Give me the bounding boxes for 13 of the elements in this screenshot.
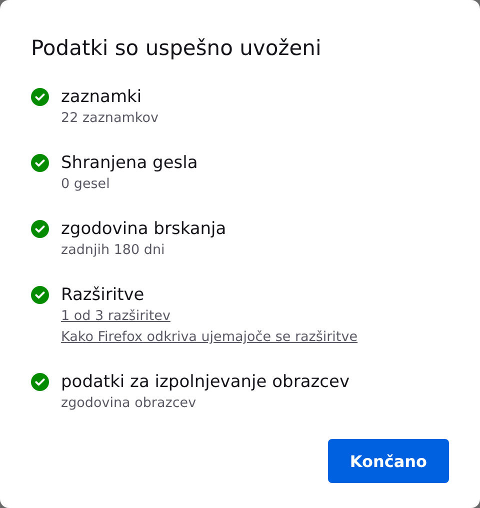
detail-link[interactable]: 1 od 3 razširitev <box>61 306 170 327</box>
item-detail: 22 zaznamkov <box>61 109 158 128</box>
item-label: zaznamki <box>61 86 142 108</box>
item-label: podatki za izpolnjevanje obrazcev <box>61 371 350 393</box>
item-detail: zadnjih 180 dni <box>61 241 165 260</box>
done-button[interactable]: Končano <box>328 439 449 483</box>
detail-link[interactable]: Kako Firefox odkriva ujemajoče se razširitve <box>61 327 358 348</box>
item-label: Razširitve <box>61 284 144 306</box>
dialog-title: Podatki so uspešno uvoženi <box>31 35 322 62</box>
item-detail: zgodovina obrazcev <box>61 394 196 413</box>
item-detail: 0 gesel <box>61 175 110 194</box>
item-label: zgodovina brskanja <box>61 218 226 240</box>
item-label: Shranjena gesla <box>61 152 198 174</box>
